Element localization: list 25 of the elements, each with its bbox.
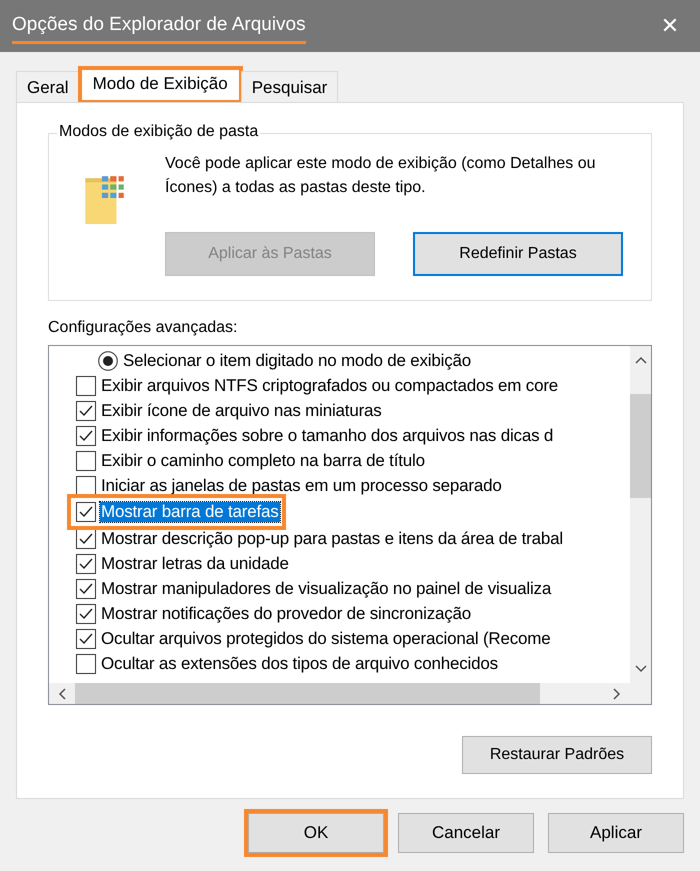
- tab[interactable]: Modo de Exibição: [80, 68, 241, 102]
- setting-label[interactable]: Exibir ícone de arquivo nas miniaturas: [100, 400, 383, 420]
- setting-label[interactable]: Exibir informações sobre o tamanho dos arquivos nas dicas d: [100, 426, 554, 446]
- close-button[interactable]: ✕: [640, 0, 700, 52]
- setting-label[interactable]: Mostrar notificações do provedor de sincronização: [100, 604, 472, 624]
- setting-label[interactable]: Ocultar arquivos protegidos do sistema operacional (Recome: [100, 628, 552, 648]
- tab[interactable]: Pesquisar: [240, 71, 338, 102]
- setting-label[interactable]: Mostrar barra de tarefas: [100, 502, 280, 522]
- setting-label[interactable]: Iniciar as janelas de pastas em um processo separado: [100, 476, 503, 496]
- setting-label[interactable]: Mostrar manipuladores de visualização no painel de visualiza: [100, 578, 552, 598]
- description-text: Você pode aplicar este modo de exibição (como Detalhes ou Ícones) a todas as pastas deste tipo.: [165, 154, 596, 198]
- action-button[interactable]: Redefinir Pastas: [413, 232, 623, 276]
- window-title: Opções do Explorador de Arquivos: [12, 14, 306, 44]
- setting-label[interactable]: Exibir o caminho completo na barra de título: [100, 450, 426, 470]
- setting-label[interactable]: Mostrar letras da unidade: [100, 554, 290, 574]
- setting-label[interactable]: Selecionar o item digitado no modo de exibição: [122, 350, 472, 370]
- setting-label[interactable]: Ocultar as extensões dos tipos de arquivo conhecidos: [100, 654, 499, 674]
- setting-label[interactable]: Mostrar descrição pop-up para pastas e itens da área de trabal: [100, 528, 564, 548]
- section-label: Configurações avançadas:: [48, 319, 238, 337]
- tab[interactable]: Geral: [16, 71, 80, 102]
- dialog-button[interactable]: Cancelar: [398, 813, 534, 853]
- group-title: Modos de exibição de pasta: [57, 123, 260, 141]
- setting-label[interactable]: Exibir arquivos NTFS criptografados ou compactados em core: [100, 376, 560, 396]
- dialog-button[interactable]: Aplicar: [548, 813, 684, 853]
- restore-defaults-button[interactable]: Restaurar Padrões: [462, 736, 652, 774]
